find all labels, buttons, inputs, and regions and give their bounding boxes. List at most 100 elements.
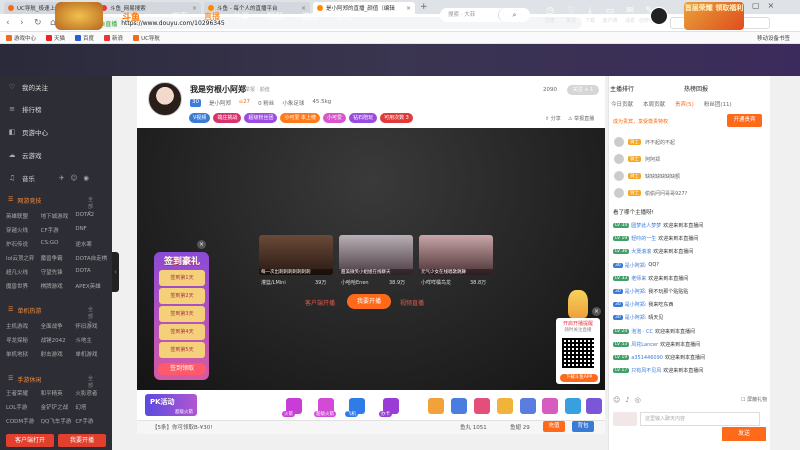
bookmark-item[interactable]: 游戏中心 <box>6 34 36 42</box>
recharge-button[interactable]: 充值 <box>543 421 565 432</box>
client-live-link[interactable]: 客户端开播 <box>305 298 335 307</box>
gift-item[interactable] <box>542 398 558 414</box>
room-badge[interactable]: 端庄挑战 <box>213 113 242 123</box>
tab-today[interactable]: 今日贡献 <box>611 100 633 108</box>
room-badge[interactable]: V视频 <box>189 113 211 123</box>
room-badge[interactable]: 超级粉丝团 <box>244 113 278 123</box>
new-tab-button[interactable]: + <box>420 2 428 12</box>
game-link[interactable]: 守望先锋 <box>41 268 76 276</box>
game-link[interactable]: QQ飞车手游 <box>41 417 76 425</box>
promo-banner[interactable]: 首届荣耀 领取福利 <box>684 2 744 30</box>
recommend-card-1[interactable]: 甜美微笑小姐姐在线聊天 <box>339 235 413 275</box>
forward-icon[interactable]: › <box>20 17 24 29</box>
game-link[interactable]: 金铲铲之战 <box>41 403 76 411</box>
rank-right-link[interactable]: 热榜回报 <box>684 84 708 93</box>
sidebar-item-rank[interactable]: ≡ 排行榜 <box>8 104 41 114</box>
report-button[interactable]: ⚠ 举报直播 <box>568 115 594 122</box>
chat-username[interactable]: 老师来 <box>631 275 646 282</box>
chat-username[interactable]: 圆梦此人梦梦 <box>631 222 661 229</box>
game-link[interactable]: 魔兽争霸 <box>41 254 76 262</box>
reload-icon[interactable]: ↻ <box>34 17 42 29</box>
fan-badge-selector[interactable] <box>613 412 637 426</box>
recommend-name[interactable]: 小哈哈Enen <box>341 279 369 286</box>
streamer-avatar[interactable] <box>148 82 182 116</box>
signin-day-slot[interactable]: 签到第4天 <box>159 324 205 340</box>
bookmark-item[interactable]: 百度 <box>75 34 94 42</box>
room-badge[interactable]: 小可爱 本上榜 <box>280 113 321 123</box>
recommend-card-0[interactable]: 每一次出刺刺刺刺刺刺刺 <box>259 235 333 275</box>
chat-username[interactable]: 是小阿郑: <box>625 301 647 308</box>
nav-video[interactable]: 视频 <box>267 11 283 22</box>
tab-vip[interactable]: 贵宾(5) <box>675 100 694 108</box>
signin-day-slot[interactable]: 签到第1天 <box>159 270 205 286</box>
chat-username[interactable]: 轻吟的一生 <box>631 235 656 242</box>
streamer-name[interactable]: 是小阿郑 <box>209 99 231 107</box>
signin-day-slot[interactable]: 签到第5天 <box>159 342 205 358</box>
game-link[interactable]: 地下城游戏 <box>41 212 76 220</box>
game-link[interactable]: 棋牌游戏 <box>41 282 76 290</box>
chat-username[interactable]: a351446090 <box>631 355 663 361</box>
nav-home[interactable]: 首页 <box>172 11 188 22</box>
game-link[interactable]: 幻塔 <box>75 403 110 411</box>
sidebar-item-cloudgame[interactable]: ☁ 云游戏 <box>8 150 42 160</box>
rank-title[interactable]: 主播排行 <box>610 84 634 93</box>
page-scrollbar[interactable] <box>772 76 800 450</box>
backpack-button[interactable]: 背包 <box>572 421 594 432</box>
gift-item[interactable] <box>497 398 513 414</box>
game-link[interactable]: 全面战争 <box>41 322 76 330</box>
game-link[interactable]: 超凡火线 <box>6 268 41 276</box>
game-link[interactable]: DOTA <box>75 268 110 276</box>
game-link[interactable]: 单机游戏 <box>75 350 110 358</box>
gift-item[interactable] <box>520 398 536 414</box>
start-live-button[interactable]: 我要开播 <box>58 434 106 447</box>
game-link[interactable]: 逆水寒 <box>75 240 110 248</box>
game-link[interactable]: CS:GO <box>41 240 76 248</box>
download-app-button[interactable]: 下载斗鱼APP <box>560 374 598 382</box>
game-link[interactable]: 怀旧游戏 <box>75 322 110 330</box>
room-badge[interactable]: 可用次数 3 <box>380 113 413 123</box>
game-link[interactable]: LOL手游 <box>6 403 41 411</box>
event-logo[interactable] <box>55 2 103 30</box>
block-gifts-toggle[interactable]: ☐ 屏蔽礼物 <box>741 396 767 403</box>
rank-row[interactable]: 骑士 缺缺缺缺缺缺额 <box>614 171 680 181</box>
gift-item[interactable] <box>474 398 490 414</box>
open-vip-button[interactable]: 开通贵宾 <box>727 114 762 127</box>
game-link[interactable]: DOTA2 <box>75 212 110 220</box>
share-button[interactable]: ⇪ 分享 <box>545 115 561 122</box>
chat-username[interactable]: 是小阿郑: <box>625 314 647 321</box>
mobile-bookmarks[interactable]: 移动设备书签 <box>757 34 790 42</box>
rank-row[interactable]: 骑士 阿阿郑 <box>614 154 660 164</box>
chat-username[interactable]: 泡泡 · CC <box>631 328 653 335</box>
sidebar-item-music[interactable]: ♫ 音乐 ✈☺◉ <box>8 173 95 183</box>
bookmark-item[interactable]: UC导航 <box>133 34 160 42</box>
room-badge[interactable]: 小可爱 <box>323 113 347 123</box>
sidebar-item-webgame[interactable]: ◧ 页游中心 <box>8 127 48 137</box>
extra-category-icons[interactable]: ✈☺◉ <box>59 174 95 182</box>
game-link[interactable]: 穿越火线 <box>6 226 41 234</box>
game-link[interactable]: DOTA自走棋 <box>75 254 110 262</box>
chat-username[interactable]: 大煲滚滚 <box>631 248 651 255</box>
game-link[interactable]: CF手游 <box>41 226 76 234</box>
chat-username[interactable]: 风花Lancer <box>631 341 658 348</box>
recommend-card-2[interactable]: 元气少女在线唱歌跳舞 <box>419 235 493 275</box>
open-client-button[interactable]: 客户端打开 <box>6 434 54 447</box>
nav-fishbar[interactable]: 鱼吧 <box>336 11 352 22</box>
close-icon[interactable]: × <box>592 307 601 316</box>
game-link[interactable]: 王者荣耀 <box>6 389 41 397</box>
room-badge[interactable]: 钻石陪玩 <box>349 113 378 123</box>
game-link[interactable]: CF手游 <box>75 417 110 425</box>
tab-week[interactable]: 本周贡献 <box>643 100 665 108</box>
game-link[interactable]: CODM手游 <box>6 417 41 425</box>
sidebar-collapse-icon[interactable]: ‹ <box>112 252 119 292</box>
player-start-live-button[interactable]: 我要开播 <box>347 294 391 309</box>
chat-input[interactable]: 这里输入聊天内容 <box>640 412 760 426</box>
rank-row[interactable]: 骑士 偷偷问问哥哥927? <box>614 188 687 198</box>
game-link[interactable]: 战锤2042 <box>41 336 76 344</box>
game-link[interactable]: APEX英雄 <box>75 282 110 290</box>
douyu-logo[interactable]: 斗鱼 <box>122 10 140 23</box>
recommend-name[interactable]: 小咩咩橘鸟龙 <box>421 279 451 286</box>
signin-day-slot[interactable]: 签到第3天 <box>159 306 205 322</box>
client-button[interactable]: ▭ 客户端 <box>600 6 620 24</box>
gift-item[interactable] <box>428 398 444 414</box>
game-link[interactable]: 和平精英 <box>41 389 76 397</box>
